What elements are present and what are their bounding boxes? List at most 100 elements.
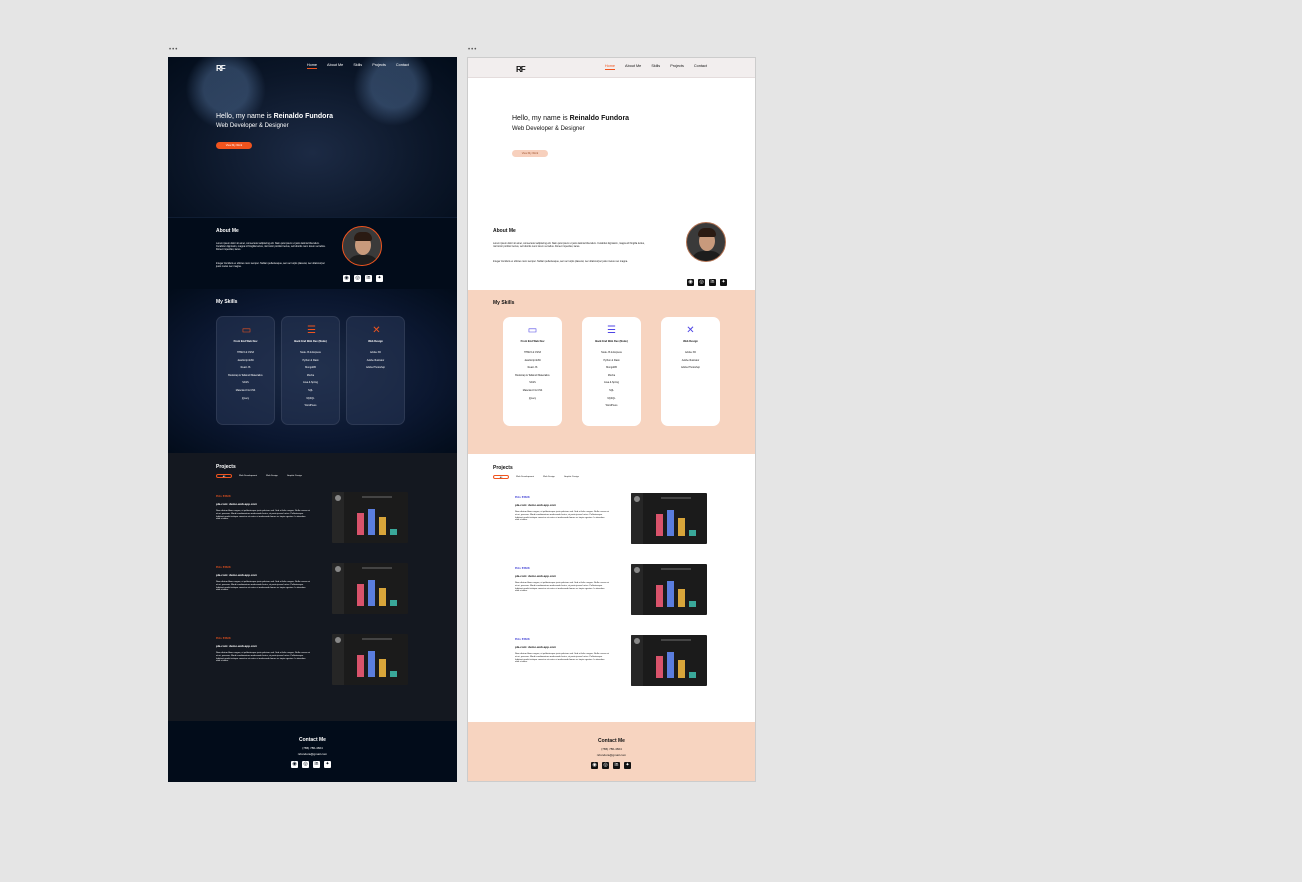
project-filters: All Web Development Web Design Graphic Desi…	[216, 474, 304, 478]
skill-item: Mocha	[607, 373, 616, 377]
thumbnail-bar	[689, 601, 696, 607]
nav-link-projects[interactable]: Projects	[670, 64, 684, 70]
github-icon[interactable]: ◉	[291, 761, 298, 768]
project-screenshot[interactable]	[631, 493, 707, 544]
skill-item: Adobe Illustrator	[366, 358, 385, 362]
contact-phone[interactable]: (786) 786-4664	[468, 747, 755, 751]
instagram-icon[interactable]: ◎	[302, 761, 309, 768]
avatar	[342, 226, 382, 266]
project-title[interactable]: pla.com: demo.web.app.com	[216, 502, 257, 506]
nav-link-contact[interactable]: Contact	[396, 63, 409, 69]
thumbnail-header	[362, 496, 392, 498]
filter-web-design[interactable]: Web Design	[264, 474, 280, 478]
twitter-icon[interactable]: ✦	[720, 279, 727, 286]
contact-email[interactable]: rsfundora@gmail.com	[468, 753, 755, 757]
filter-graphic-design[interactable]: Graphic Design	[562, 475, 581, 479]
project-tag: FULL STACK	[515, 496, 530, 499]
about-paragraph-1: Lorem ipsum dolor sit amet, consectetur …	[216, 242, 326, 252]
skills-title: My Skills	[216, 299, 238, 305]
skill-item: SASS	[242, 381, 249, 385]
instagram-icon[interactable]: ◎	[602, 762, 609, 769]
project-title[interactable]: pla.com: demo.web.app.com	[216, 644, 257, 648]
filter-all[interactable]: All	[493, 475, 509, 479]
skill-item: Java & Spring	[303, 381, 318, 385]
nav-link-skills[interactable]: Skills	[651, 64, 660, 70]
about-title: About Me	[216, 228, 239, 234]
project-screenshot[interactable]	[631, 564, 707, 615]
instagram-icon[interactable]: ◎	[354, 275, 361, 282]
filter-web-development[interactable]: Web Development	[237, 474, 259, 478]
skill-item: Node JS & Express	[601, 351, 622, 354]
logo[interactable]: RF	[516, 65, 526, 74]
project-card[interactable]: FULL STACK pla.com: demo.web.app.com Nam d…	[216, 634, 410, 686]
twitter-icon[interactable]: ✦	[624, 762, 631, 769]
github-icon[interactable]: ◉	[343, 275, 350, 282]
project-title[interactable]: pla.com: demo.web.app.com	[515, 574, 556, 578]
thumbnail-bar	[368, 580, 375, 606]
project-screenshot[interactable]	[332, 492, 408, 543]
navbar: RF Home About Me Skills Projects Contact	[168, 57, 457, 77]
greeting-text: Hello, my name is	[216, 113, 274, 120]
design-icon: ✕	[372, 325, 381, 336]
thumbnail-bar	[678, 518, 685, 536]
instagram-icon[interactable]: ◎	[698, 279, 705, 286]
filter-all[interactable]: All	[216, 474, 232, 478]
nav-link-about[interactable]: About Me	[625, 64, 641, 70]
project-card[interactable]: FULL STACK pla.com: demo.web.app.com Nam d…	[216, 492, 410, 544]
skill-item: Python & Flask	[603, 358, 620, 362]
skill-card-title: Front End Web Dev	[520, 340, 545, 343]
nav-link-home[interactable]: Home	[306, 63, 318, 69]
thumbnail-bar	[357, 513, 364, 535]
thumbnail-bar	[390, 671, 397, 677]
project-screenshot[interactable]	[631, 635, 707, 686]
view-work-button[interactable]: View My Work	[512, 150, 548, 157]
nav-link-projects[interactable]: Projects	[372, 63, 386, 69]
hero-greeting: Hello, my name is Reinaldo Fundora	[512, 115, 629, 122]
project-screenshot[interactable]	[332, 634, 408, 685]
skill-list: Adobe XD Adobe Illustrator Adobe Photoshop	[661, 349, 720, 372]
nav-link-contact[interactable]: Contact	[694, 64, 707, 70]
skill-card-title: Front End Web Dev	[233, 340, 258, 343]
thumbnail-bar	[390, 529, 397, 535]
logo[interactable]: RF	[216, 64, 226, 73]
nav-link-skills[interactable]: Skills	[353, 63, 362, 69]
skill-card: ✕ Web Design Adobe XD Adobe Illustrator Adob…	[661, 317, 720, 426]
project-description: Nam dictum libero augue, et pellentesque…	[216, 510, 310, 521]
filter-web-development[interactable]: Web Development	[514, 475, 536, 479]
project-title[interactable]: pla.com: demo.web.app.com	[515, 503, 556, 507]
skill-list: Adobe XD Adobe Illustrator Adobe Photoshop	[347, 349, 404, 372]
projects-title: Projects	[493, 465, 513, 471]
hero-background-image	[168, 57, 457, 217]
contact-title: Contact Me	[598, 738, 625, 744]
contact-email[interactable]: rsfundora@gmail.com	[168, 752, 457, 756]
project-card[interactable]: FULL STACK pla.com: demo.web.app.com Nam d…	[216, 563, 410, 615]
linkedin-icon[interactable]: in	[365, 275, 372, 282]
project-card[interactable]: FULL STACK pla.com: demo.web.app.com Nam d…	[515, 564, 709, 616]
filter-graphic-design[interactable]: Graphic Design	[285, 474, 304, 478]
project-card[interactable]: FULL STACK pla.com: demo.web.app.com Nam d…	[515, 635, 709, 687]
thumbnail-header	[661, 639, 691, 641]
project-title[interactable]: pla.com: demo.web.app.com	[216, 573, 257, 577]
skill-item: Material-UI & CSS	[522, 388, 543, 392]
nav-link-about[interactable]: About Me	[327, 63, 343, 69]
nav-links: Home About Me Skills Projects Contact	[306, 63, 409, 69]
project-screenshot[interactable]	[332, 563, 408, 614]
twitter-icon[interactable]: ✦	[324, 761, 331, 768]
thumbnail-avatar	[335, 495, 341, 501]
github-icon[interactable]: ◉	[591, 762, 598, 769]
github-icon[interactable]: ◉	[687, 279, 694, 286]
thumbnail-header	[661, 568, 691, 570]
twitter-icon[interactable]: ✦	[376, 275, 383, 282]
contact-phone[interactable]: (786) 786-4664	[168, 746, 457, 750]
linkedin-icon[interactable]: in	[709, 279, 716, 286]
skill-list: HTML5 & CSS3 JavaScript ES6 React JS Bootst…	[217, 349, 274, 402]
linkedin-icon[interactable]: in	[313, 761, 320, 768]
filter-web-design[interactable]: Web Design	[541, 475, 557, 479]
view-work-button[interactable]: View My Work	[216, 142, 252, 149]
nav-link-home[interactable]: Home	[604, 64, 616, 70]
nav-links: Home About Me Skills Projects Contact	[604, 64, 707, 70]
about-paragraph-1: Lorem ipsum dolor sit amet, consectetur …	[493, 242, 645, 249]
project-title[interactable]: pla.com: demo.web.app.com	[515, 645, 556, 649]
linkedin-icon[interactable]: in	[613, 762, 620, 769]
project-card[interactable]: FULL STACK pla.com: demo.web.app.com Nam d…	[515, 493, 709, 545]
